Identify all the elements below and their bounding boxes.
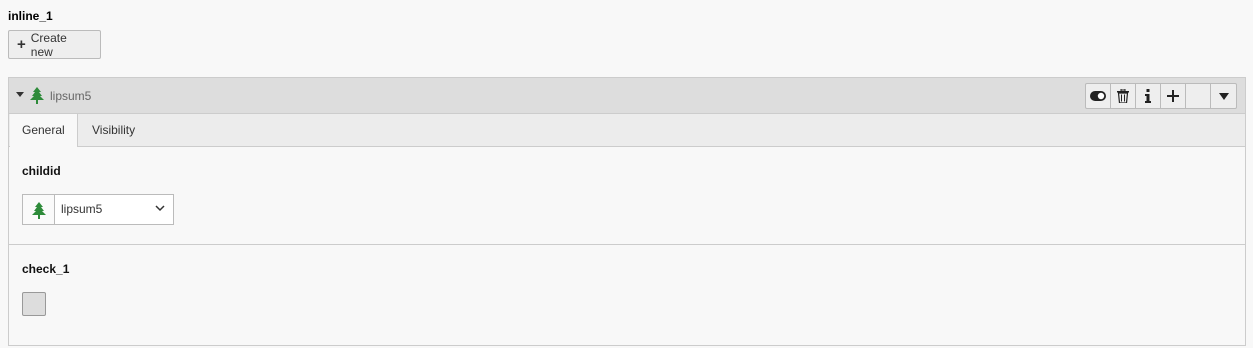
childid-label: childid (22, 164, 61, 178)
childid-selected-text: lipsum5 (61, 202, 103, 216)
childid-section: childid lipsum5 (9, 147, 1245, 245)
caret-down-icon (1218, 92, 1229, 100)
tab-visibility[interactable]: Visibility (80, 114, 147, 147)
plus-icon: + (17, 36, 26, 53)
create-new-button[interactable]: + Create new (8, 30, 101, 59)
more-actions-dropdown[interactable] (1211, 84, 1236, 108)
inline-record-panel: lipsum5 General Visibility childid lipsu… (8, 77, 1246, 346)
check-1-label: check_1 (22, 262, 70, 276)
childid-select-value[interactable]: lipsum5 (55, 195, 173, 224)
add-button[interactable] (1161, 84, 1186, 108)
info-icon (1145, 89, 1151, 103)
info-button[interactable] (1136, 84, 1161, 108)
trash-icon (1117, 89, 1129, 103)
field-title: inline_1 (8, 9, 53, 23)
toggle-icon (1090, 91, 1106, 101)
record-title: lipsum5 (50, 89, 92, 103)
record-actions (1085, 83, 1237, 109)
chevron-down-icon (155, 205, 165, 212)
record-tabs: General Visibility (9, 114, 1245, 147)
tree-icon (30, 87, 44, 104)
check-1-checkbox[interactable] (22, 292, 46, 316)
childid-select[interactable]: lipsum5 (22, 194, 174, 225)
tab-general[interactable]: General (10, 114, 78, 147)
empty-button[interactable] (1186, 84, 1211, 108)
record-header[interactable]: lipsum5 (9, 78, 1245, 114)
tree-icon (32, 202, 46, 219)
delete-button[interactable] (1111, 84, 1136, 108)
create-new-label: Create new (30, 30, 67, 59)
toggle-visibility-button[interactable] (1086, 84, 1111, 108)
plus-icon (1167, 90, 1179, 102)
select-icon-box (23, 195, 55, 224)
collapse-caret-icon[interactable] (16, 92, 24, 97)
